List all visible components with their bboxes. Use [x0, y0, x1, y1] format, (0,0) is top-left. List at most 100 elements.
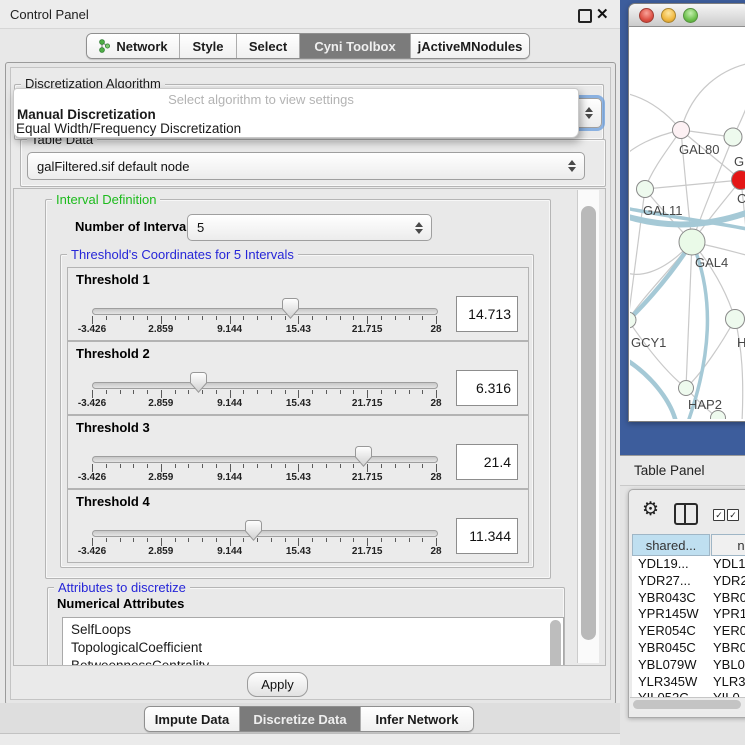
slider-thumb[interactable] [282, 298, 299, 319]
table-row[interactable]: YDL19...YDL1 [632, 556, 745, 573]
list-item[interactable]: BetweennessCentrality [71, 658, 209, 666]
tab-jactivemnodules[interactable]: jActiveMNodules [410, 34, 529, 58]
list-item[interactable]: TopologicalCoefficient [71, 640, 202, 658]
tick [312, 464, 313, 468]
network-edge[interactable] [630, 359, 676, 419]
tick [188, 538, 189, 542]
list-scrollbar-thumb[interactable] [550, 620, 561, 666]
tick [175, 464, 176, 468]
split-view-icon[interactable] [674, 503, 698, 525]
table-row[interactable]: YBR045CYBR0 [632, 640, 745, 657]
slider-thumb[interactable] [355, 446, 372, 467]
vertical-scrollbar[interactable] [577, 190, 599, 663]
tab-select[interactable]: Select [236, 34, 299, 58]
scrollbar-thumb[interactable] [581, 206, 596, 640]
tick [381, 538, 382, 542]
tab-impute-data[interactable]: Impute Data [145, 707, 239, 731]
tab-cyni-toolbox[interactable]: Cyni Toolbox [299, 34, 410, 58]
tick [147, 538, 148, 542]
tab-discretize-data[interactable]: Discretize Data [239, 707, 360, 731]
tick [340, 390, 341, 394]
network-canvas[interactable]: GAL80G.CGAL11GAL4GCY1HHAP2 [630, 27, 745, 419]
zoom-traffic-light[interactable] [683, 8, 698, 23]
network-edge[interactable] [686, 242, 692, 388]
network-edge[interactable] [686, 319, 735, 388]
network-edge[interactable] [645, 180, 741, 189]
close-icon[interactable]: ✕ [596, 5, 609, 23]
popup-option-equal-width-frequency[interactable]: Equal Width/Frequency Discretization [16, 121, 241, 136]
threshold-value-input[interactable] [456, 444, 518, 480]
number-of-intervals-value: 5 [188, 220, 412, 235]
numerical-attributes-list[interactable]: SelfLoopsTopologicalCoefficientBetweenne… [62, 617, 564, 666]
gear-icon[interactable]: ⚙ [642, 500, 659, 519]
tick [133, 316, 134, 320]
network-node[interactable] [679, 381, 694, 396]
threshold-box: Threshold 1-3.4262.8599.14415.4321.71528 [67, 267, 529, 341]
network-edge[interactable] [630, 242, 692, 323]
tick-label: 15.43 [268, 324, 328, 335]
tick [92, 390, 93, 398]
tick [92, 538, 93, 546]
tick [133, 390, 134, 394]
table-row[interactable]: YDR27...YDR2 [632, 573, 745, 590]
scrollbar-thumb[interactable] [633, 700, 741, 709]
table-row[interactable]: YIL052CYIL0 [632, 690, 745, 697]
column-header[interactable]: shared... [632, 534, 710, 556]
slider-track[interactable] [92, 456, 438, 463]
tick [175, 390, 176, 394]
tick [312, 390, 313, 394]
threshold-value-input[interactable] [456, 296, 518, 332]
combo-arrows-icon [582, 107, 596, 119]
checkbox-icon[interactable]: ✓ [727, 509, 739, 521]
tick [395, 316, 396, 320]
network-edge[interactable] [735, 319, 743, 419]
slider-track[interactable] [92, 382, 438, 389]
horizontal-scrollbar[interactable] [630, 697, 745, 711]
tick [243, 390, 244, 394]
table-row[interactable]: YLR345WYLR3 [632, 674, 745, 691]
table-row[interactable]: YBL079WYBL0 [632, 657, 745, 674]
close-traffic-light[interactable] [639, 8, 654, 23]
tick [436, 538, 437, 546]
tick [353, 538, 354, 542]
slider-thumb[interactable] [190, 372, 207, 393]
slider-thumb[interactable] [245, 520, 262, 541]
table-row[interactable]: YPR145WYPR1 [632, 606, 745, 623]
popup-option-manual-discretization[interactable]: Manual Discretization [17, 107, 156, 122]
network-edge[interactable] [630, 93, 681, 130]
threshold-value-input[interactable] [456, 370, 518, 406]
float-window-icon[interactable] [578, 9, 592, 23]
network-edge[interactable] [645, 130, 681, 189]
network-node[interactable] [724, 128, 742, 146]
tick [340, 316, 341, 320]
network-edge[interactable] [681, 63, 745, 130]
network-node[interactable] [673, 122, 690, 139]
apply-button[interactable]: Apply [247, 672, 308, 697]
table-row[interactable]: YER054CYER0 [632, 623, 745, 640]
network-edge[interactable] [630, 320, 686, 388]
network-window-titlebar[interactable] [629, 4, 745, 27]
threshold-value-input[interactable] [456, 518, 518, 554]
number-of-intervals-combobox[interactable]: 5 [187, 214, 432, 241]
tab-infer-network[interactable]: Infer Network [360, 707, 473, 731]
tick [257, 316, 258, 320]
cell-shared-name: YBR043C [638, 590, 696, 605]
table-row[interactable]: YBR043CYBR0 [632, 590, 745, 607]
network-node[interactable] [679, 229, 705, 255]
tab-network[interactable]: Network [87, 34, 179, 58]
table-data-combobox[interactable]: galFiltered.sif default node [27, 152, 585, 180]
slider-track[interactable] [92, 530, 438, 537]
network-node[interactable] [726, 310, 745, 329]
tab-style[interactable]: Style [179, 34, 236, 58]
tick-label: -3.426 [62, 324, 122, 335]
cell-shared-name: YIL052C [638, 690, 689, 697]
checkbox-icon[interactable]: ✓ [713, 509, 725, 521]
list-item[interactable]: SelfLoops [71, 622, 131, 640]
column-header[interactable]: n [711, 534, 745, 556]
tick-label: 21.715 [337, 472, 397, 483]
minimize-traffic-light[interactable] [661, 8, 676, 23]
combo-arrows-icon [412, 222, 426, 234]
network-node[interactable] [637, 181, 654, 198]
slider-track[interactable] [92, 308, 438, 315]
control-panel-titlebar: Control Panel ✕ [0, 0, 620, 29]
